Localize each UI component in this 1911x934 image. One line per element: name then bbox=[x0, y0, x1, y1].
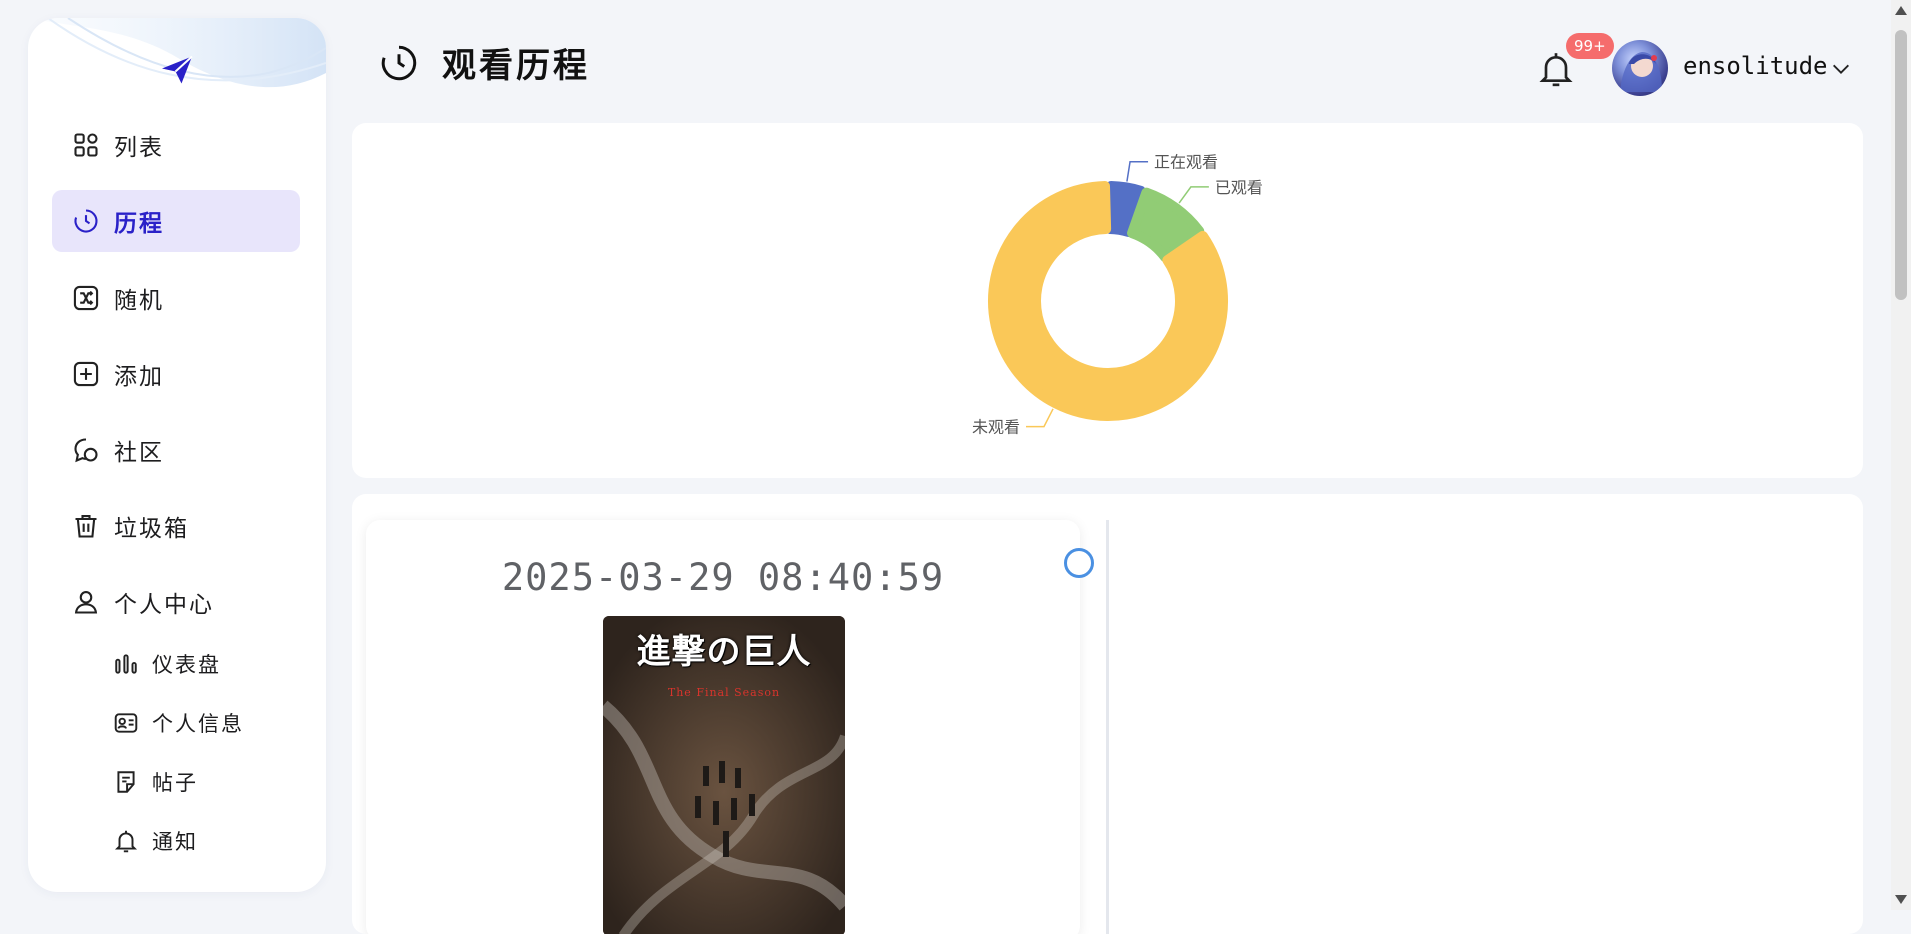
entry-timestamp: 2025-03-29 08:40:59 bbox=[501, 556, 945, 599]
scrollbar-thumb[interactable] bbox=[1895, 30, 1907, 300]
clock-icon bbox=[70, 205, 102, 237]
donut-label-2: 已观看 bbox=[1215, 178, 1263, 197]
username[interactable]: ensolitude bbox=[1683, 52, 1828, 80]
chat-bubble-icon bbox=[70, 434, 102, 466]
sidebar-item-label: 垃圾箱 bbox=[114, 516, 189, 542]
sidebar-item-label: 历程 bbox=[114, 210, 164, 237]
sidebar-subitem-label: 个人信息 bbox=[152, 712, 244, 736]
poster-title: 進撃の巨人 bbox=[636, 632, 812, 672]
sidebar-item-label: 社区 bbox=[114, 440, 164, 466]
avatar-illustration bbox=[1620, 52, 1662, 92]
sidebar-item-community[interactable]: 社区 bbox=[52, 419, 300, 481]
sidebar-item-add[interactable]: 添加 bbox=[52, 343, 300, 405]
donut-label-3: 未观看 bbox=[972, 418, 1020, 437]
watch-status-chart-card: 正在观看已观看未观看 bbox=[352, 123, 1863, 478]
page-scrollbar[interactable] bbox=[1891, 0, 1911, 910]
chevron-down-icon[interactable] bbox=[1830, 58, 1852, 80]
sidebar-item-trash[interactable]: 垃圾箱 bbox=[52, 495, 300, 557]
bell-icon bbox=[112, 827, 140, 855]
scroll-up-arrow-icon[interactable] bbox=[1895, 6, 1907, 15]
label-leader-line-3 bbox=[1025, 408, 1054, 428]
sidebar-subitem-label: 通知 bbox=[152, 830, 198, 854]
sidebar-subitem-personal-info[interactable]: 个人信息 bbox=[88, 699, 308, 747]
timeline-node[interactable] bbox=[1064, 548, 1094, 578]
page-header: 观看历程 bbox=[378, 38, 590, 87]
note-icon bbox=[112, 768, 140, 796]
id-card-icon bbox=[112, 709, 140, 737]
avatar[interactable] bbox=[1612, 40, 1668, 96]
sidebar-item-profile-center[interactable]: 个人中心 bbox=[52, 571, 300, 633]
user-icon bbox=[70, 586, 102, 618]
sidebar-item-label: 列表 bbox=[114, 135, 164, 161]
shuffle-icon bbox=[70, 282, 102, 314]
sidebar-subitem-label: 帖子 bbox=[152, 771, 198, 795]
label-leader-line-2 bbox=[1178, 186, 1209, 204]
sidebar-subitem-posts[interactable]: 帖子 bbox=[88, 758, 308, 806]
page-title: 观看历程 bbox=[442, 46, 590, 86]
paper-plane-logo-icon[interactable] bbox=[159, 52, 195, 88]
plus-square-icon bbox=[70, 358, 102, 390]
bar-chart-icon bbox=[112, 650, 140, 678]
watch-status-donut-chart: 正在观看已观看未观看 bbox=[972, 153, 1263, 437]
donut-label-1: 正在观看 bbox=[1154, 153, 1218, 172]
clock-icon bbox=[381, 45, 417, 80]
sidebar-subitem-notifications[interactable]: 通知 bbox=[88, 817, 308, 865]
sidebar-item-label: 随机 bbox=[114, 288, 164, 314]
timeline-line bbox=[1106, 520, 1109, 934]
poster-subtitle: The Final Season bbox=[667, 686, 781, 699]
sidebar: 列表 历程 随机 添加 社区 垃圾箱 个人中心 仪表盘 个人信息 帖子 通知 bbox=[28, 18, 326, 892]
anime-poster[interactable]: 進撃の巨人 The Final Season bbox=[603, 616, 845, 934]
sidebar-item-history[interactable]: 历程 bbox=[52, 190, 300, 252]
sidebar-item-label: 个人中心 bbox=[114, 592, 214, 618]
sidebar-item-random[interactable]: 随机 bbox=[52, 267, 300, 329]
watch-history-timeline: 2025-03-29 08:40:59 進撃の巨人 The Final Seas… bbox=[352, 494, 1863, 934]
sidebar-subitem-dashboard[interactable]: 仪表盘 bbox=[88, 640, 308, 688]
label-leader-line-1 bbox=[1126, 160, 1149, 182]
timeline-entry-card[interactable]: 2025-03-29 08:40:59 進撃の巨人 The Final Seas… bbox=[366, 520, 1080, 934]
scroll-down-arrow-icon[interactable] bbox=[1895, 895, 1907, 904]
sidebar-item-label: 添加 bbox=[114, 364, 164, 390]
notification-badge: 99+ bbox=[1566, 33, 1614, 59]
sidebar-item-list[interactable]: 列表 bbox=[52, 114, 300, 176]
grid-icon bbox=[70, 129, 102, 161]
sidebar-subitem-label: 仪表盘 bbox=[152, 653, 221, 677]
trash-icon bbox=[70, 510, 102, 542]
